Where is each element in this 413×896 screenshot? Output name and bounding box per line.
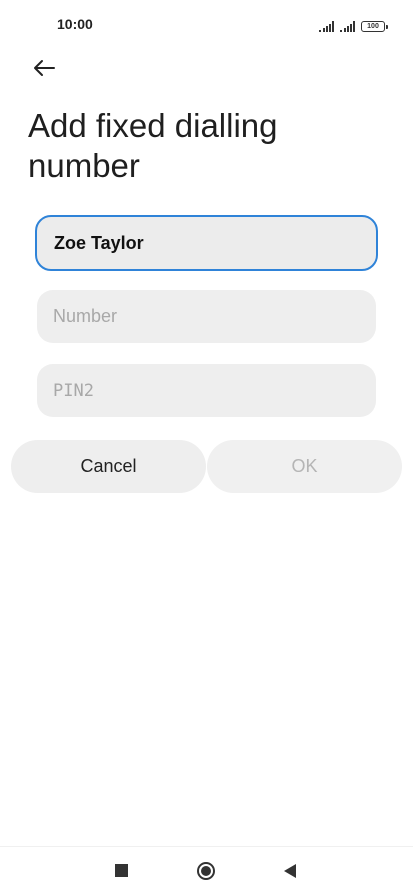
battery-icon: 100 (361, 21, 388, 32)
pin2-field[interactable] (37, 364, 376, 417)
name-field[interactable] (35, 215, 378, 271)
number-field[interactable] (37, 290, 376, 343)
cancel-button[interactable]: Cancel (11, 440, 206, 493)
status-icons: 100 (319, 16, 388, 32)
signal-icon-2 (340, 21, 355, 32)
signal-icon (319, 21, 334, 32)
recents-square-icon[interactable] (115, 864, 128, 877)
navigation-bar (0, 846, 413, 896)
arrow-left-icon (34, 60, 55, 76)
home-circle-icon[interactable] (197, 862, 215, 880)
back-button[interactable] (26, 52, 62, 84)
battery-level: 100 (367, 23, 379, 30)
back-triangle-icon[interactable] (284, 864, 296, 878)
status-bar: 10:00 100 (0, 0, 413, 48)
ok-button[interactable]: OK (207, 440, 402, 493)
status-time: 10:00 (57, 16, 93, 32)
page-title: Add fixed dialling number (28, 107, 278, 184)
